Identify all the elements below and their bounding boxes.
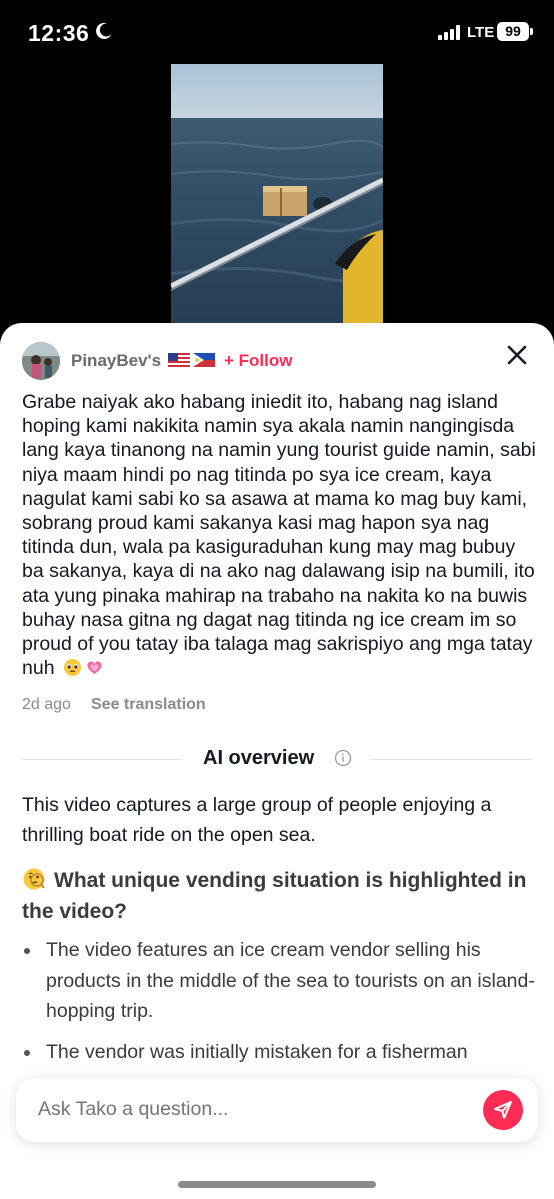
info-icon[interactable] <box>334 749 352 767</box>
send-button[interactable] <box>483 1090 523 1130</box>
battery-icon: 99 <box>497 22 529 41</box>
battery-level: 99 <box>505 23 521 39</box>
follow-button[interactable]: + Follow <box>224 351 292 371</box>
username[interactable]: PinayBev's <box>71 351 161 371</box>
signal-icon <box>438 24 464 40</box>
divider-right <box>370 759 532 760</box>
us-flag-icon <box>168 353 190 367</box>
ask-bar <box>16 1078 538 1142</box>
post-time: 2d ago <box>22 696 71 713</box>
pleading-face-icon <box>63 659 82 677</box>
battery-tip <box>530 28 533 35</box>
ai-question[interactable]: What unique vending situation is highlig… <box>22 865 537 927</box>
growing-heart-icon <box>87 661 102 675</box>
see-translation-link[interactable]: See translation <box>91 696 206 714</box>
username-flags <box>168 351 216 374</box>
avatar[interactable] <box>22 342 60 380</box>
video-frame <box>171 64 383 334</box>
ask-input[interactable] <box>38 1098 458 1121</box>
thinking-face-icon <box>23 868 45 890</box>
philippines-flag-icon <box>193 353 215 367</box>
close-icon[interactable] <box>505 343 529 367</box>
divider-left <box>22 759 182 760</box>
ai-question-text: What unique vending situation is highlig… <box>22 869 527 923</box>
post-description: Grabe naiyak ako habang iniedit ito, hab… <box>22 390 537 680</box>
send-icon <box>494 1101 512 1119</box>
list-item: The video features an ice cream vendor s… <box>22 935 537 1027</box>
comment-sheet: PinayBev's + Follow Grabe naiyak ako hab… <box>0 323 554 1199</box>
avatar-image <box>22 342 60 380</box>
network-label: LTE <box>467 24 495 41</box>
list-item: The vendor was initially mistaken for a … <box>22 1037 537 1068</box>
home-indicator <box>178 1181 376 1188</box>
status-bar: 12:36 LTE 99 <box>0 0 554 64</box>
ai-bullet-list: The video features an ice cream vendor s… <box>22 935 537 1077</box>
moon-icon <box>96 22 112 39</box>
ai-summary: This video captures a large group of peo… <box>22 794 492 846</box>
post-description-text: Grabe naiyak ako habang iniedit ito, hab… <box>22 391 536 680</box>
status-time: 12:36 <box>28 20 90 46</box>
ai-overview-title: AI overview <box>203 747 315 769</box>
video-preview[interactable] <box>171 64 383 334</box>
